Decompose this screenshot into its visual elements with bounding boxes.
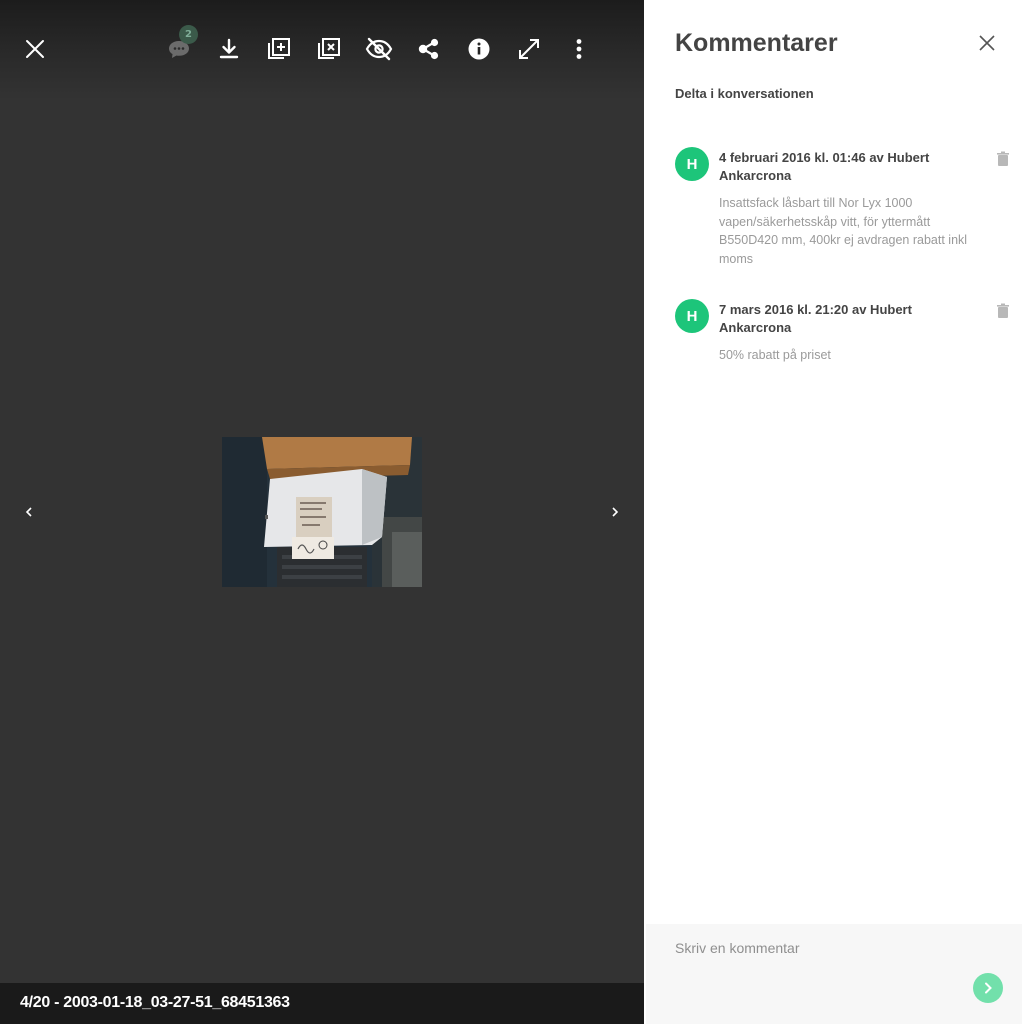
- hide-button[interactable]: [365, 35, 393, 63]
- close-panel-button[interactable]: [977, 33, 997, 53]
- viewer-footer: 4/20 - 2003-01-18_03-27-51_68451363: [0, 983, 644, 1024]
- avatar: H: [675, 299, 709, 333]
- trash-icon: [997, 303, 1009, 318]
- viewer-toolbar: 2: [0, 0, 644, 100]
- close-icon: [979, 35, 995, 51]
- photo-image: [222, 437, 422, 587]
- download-button[interactable]: [215, 35, 243, 63]
- fullscreen-button[interactable]: [515, 35, 543, 63]
- delete-comment-button[interactable]: [996, 151, 1010, 167]
- info-icon: [468, 38, 490, 60]
- remove-from-album-button[interactable]: [315, 35, 343, 63]
- comment-meta: 7 mars 2016 kl. 21:20 av Hubert Ankarcro…: [719, 302, 912, 335]
- send-comment-button[interactable]: [973, 973, 1003, 1003]
- close-viewer-button[interactable]: [22, 36, 48, 62]
- comment-text: 50% rabatt på priset: [719, 348, 831, 362]
- panel-title: Kommentarer: [675, 29, 838, 57]
- fullscreen-icon: [519, 39, 539, 59]
- chevron-left-icon: [25, 507, 32, 517]
- more-vertical-icon: [576, 39, 582, 59]
- delete-comment-button[interactable]: [996, 303, 1010, 319]
- comment-item: H 7 mars 2016 kl. 21:20 av Hubert Ankarc…: [675, 299, 1015, 369]
- share-icon: [418, 38, 439, 60]
- download-icon: [219, 38, 239, 59]
- chevron-right-icon: [985, 982, 992, 994]
- add-to-album-icon: [268, 38, 290, 59]
- add-to-album-button[interactable]: [265, 35, 293, 63]
- remove-from-album-icon: [318, 38, 340, 59]
- comment-count-badge: 2: [179, 25, 198, 44]
- comments-panel: Kommentarer Delta i konversationen H 4 f…: [644, 0, 1024, 1024]
- comment-text: Insattsfack låsbart till Nor Lyx 1000 va…: [719, 196, 968, 267]
- photo-title: 4/20 - 2003-01-18_03-27-51_68451363: [20, 994, 290, 1011]
- trash-icon: [997, 151, 1009, 166]
- info-button[interactable]: [465, 35, 493, 63]
- comment-input[interactable]: [646, 924, 1022, 1024]
- close-icon: [26, 40, 44, 58]
- comment-meta: 4 februari 2016 kl. 01:46 av Hubert Anka…: [719, 150, 930, 183]
- chevron-right-icon: [612, 507, 619, 517]
- avatar: H: [675, 147, 709, 181]
- comment-item: H 4 februari 2016 kl. 01:46 av Hubert An…: [675, 147, 1015, 272]
- next-photo-button[interactable]: [605, 502, 625, 522]
- more-options-button[interactable]: [565, 35, 593, 63]
- previous-photo-button[interactable]: [19, 502, 39, 522]
- share-button[interactable]: [415, 35, 443, 63]
- comment-composer: [646, 924, 1022, 1024]
- eye-off-icon: [365, 37, 393, 61]
- photo-viewer: 2 4/20 - 2003-01-18_03-27-51_68451363: [0, 0, 644, 1024]
- panel-subtitle: Delta i konversationen: [675, 86, 814, 101]
